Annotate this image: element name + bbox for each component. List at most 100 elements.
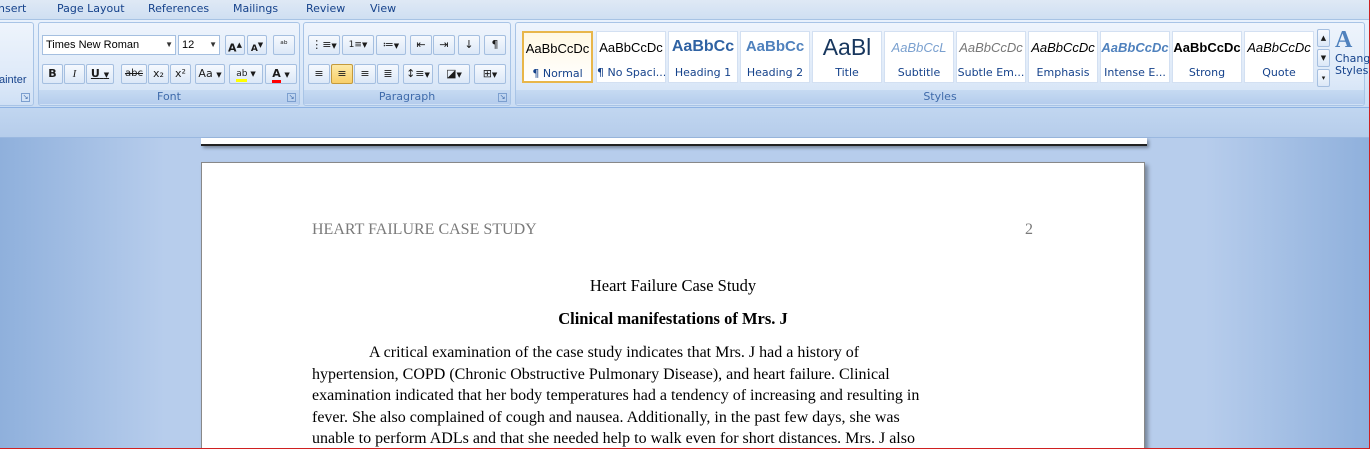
chevron-down-icon: ▼ <box>165 40 173 49</box>
style-sample: AaBbCcDc <box>1173 40 1241 55</box>
style-name: ¶ No Spaci... <box>597 66 665 79</box>
bold-button[interactable]: B <box>42 64 63 84</box>
body-paragraph[interactable]: A critical examination of the case study… <box>312 342 1032 449</box>
font-color-icon: A <box>272 67 281 83</box>
justify-icon: ≣ <box>383 67 393 80</box>
change-case-icon: Aa <box>198 67 213 80</box>
style-name: Emphasis <box>1036 66 1090 79</box>
strikethrough-button[interactable]: abc <box>121 64 147 84</box>
font-size-select[interactable]: 12 ▼ <box>178 35 220 55</box>
tab-insert[interactable]: nsert <box>0 2 26 15</box>
bullets-button[interactable]: ⋮≡▼ <box>308 35 340 55</box>
tab-page-layout[interactable]: Page Layout <box>57 2 125 15</box>
font-family-select[interactable]: Times New Roman ▼ <box>42 35 176 55</box>
gallery-scroll-up-icon[interactable]: ▲ <box>1317 29 1330 47</box>
style-sample: AaBbCcDc <box>1101 40 1169 55</box>
paragraph-group-label: Paragraph <box>304 90 510 104</box>
chevron-down-icon: ▼ <box>331 42 337 50</box>
style-sample: AaBbCc <box>671 38 735 55</box>
style-sample: AaBbCcDc <box>1031 40 1095 55</box>
tab-references[interactable]: References <box>148 2 209 15</box>
gallery-more-icon[interactable]: ▾ <box>1317 69 1330 87</box>
multilevel-list-button[interactable]: ≔▼ <box>376 35 406 55</box>
style-heading-2[interactable]: AaBbCc Heading 2 <box>740 31 810 83</box>
justify-button[interactable]: ≣ <box>377 64 399 84</box>
tab-review[interactable]: Review <box>306 2 345 15</box>
change-styles-button[interactable]: A Change Styles <box>1335 27 1370 87</box>
style-sample: AaBbCc <box>745 38 805 55</box>
increase-indent-button[interactable]: ⇥ <box>433 35 455 55</box>
line-spacing-button[interactable]: ↕≡▼ <box>403 64 433 84</box>
align-right-icon: ≡ <box>360 67 370 80</box>
highlighter-icon: ab <box>236 69 248 82</box>
show-formatting-button[interactable]: ¶ <box>484 35 506 55</box>
shrink-font-button[interactable]: A▼ <box>247 35 267 55</box>
style-emphasis[interactable]: AaBbCcDc Emphasis <box>1028 31 1098 83</box>
style-strong[interactable]: AaBbCcDc Strong <box>1172 31 1242 83</box>
style-no-spacing[interactable]: AaBbCcDc ¶ No Spaci... <box>596 31 666 83</box>
text-line: fever. She also complained of cough and … <box>312 408 900 426</box>
italic-button[interactable]: I <box>64 64 85 84</box>
chevron-down-icon: ▼ <box>284 71 290 79</box>
style-intense-emphasis[interactable]: AaBbCcDc Intense E... <box>1100 31 1170 83</box>
chevron-down-icon: ▼ <box>216 71 222 79</box>
style-name: Heading 2 <box>746 66 804 79</box>
gallery-scroll-down-icon[interactable]: ▼ <box>1317 49 1330 67</box>
increase-indent-icon: ⇥ <box>439 38 449 51</box>
document-page[interactable]: HEART FAILURE CASE STUDY 2 Heart Failure… <box>201 162 1145 449</box>
chevron-down-icon: ▼ <box>393 42 400 50</box>
align-right-button[interactable]: ≡ <box>354 64 376 84</box>
align-center-button[interactable]: ≡ <box>331 64 353 84</box>
highlight-button[interactable]: ab ▼ <box>229 64 263 84</box>
style-title[interactable]: AaBl Title <box>812 31 882 83</box>
clear-formatting-button[interactable]: ᵃᵇ <box>273 35 295 55</box>
style-sample: AaBbCcDc <box>959 40 1023 55</box>
style-name: ¶ Normal <box>532 67 583 80</box>
sort-button[interactable]: ↓ <box>458 35 480 55</box>
align-left-icon: ≡ <box>314 67 324 80</box>
running-header: HEART FAILURE CASE STUDY <box>312 221 537 238</box>
borders-icon: ⊞ <box>482 67 492 80</box>
paint-bucket-icon: ◪ <box>446 67 457 80</box>
ribbon-tab-strip: nsert Page Layout References Mailings Re… <box>0 0 1370 20</box>
align-center-icon: ≡ <box>337 67 347 80</box>
document-title: Heart Failure Case Study <box>589 276 757 295</box>
document-area[interactable]: HEART FAILURE CASE STUDY 2 Heart Failure… <box>0 138 1370 449</box>
tab-mailings[interactable]: Mailings <box>233 2 278 15</box>
font-launcher-icon[interactable]: ↘ <box>287 93 296 102</box>
chevron-down-icon: ▼ <box>491 71 498 79</box>
style-quote[interactable]: AaBbCcDc Quote <box>1244 31 1314 83</box>
style-name: Heading 1 <box>674 66 732 79</box>
format-painter-label[interactable]: ainter <box>0 74 27 86</box>
style-subtitle[interactable]: AaBbCcL Subtitle <box>884 31 954 83</box>
shading-button[interactable]: ◪▼ <box>438 64 470 84</box>
font-color-button[interactable]: A ▼ <box>265 64 297 84</box>
multilevel-list-icon: ≔ <box>382 38 394 51</box>
style-subtle-emphasis[interactable]: AaBbCcDc Subtle Em... <box>956 31 1026 83</box>
underline-button[interactable]: U ▼ <box>86 64 114 84</box>
styles-group-label: Styles <box>516 90 1364 104</box>
numbering-icon: 1≡ <box>348 40 362 50</box>
style-heading-1[interactable]: AaBbCc Heading 1 <box>668 31 738 83</box>
change-case-button[interactable]: Aa ▼ <box>195 64 225 84</box>
align-left-button[interactable]: ≡ <box>308 64 330 84</box>
tab-view[interactable]: View <box>370 2 396 15</box>
style-sample: AaBbCcDc <box>525 41 590 56</box>
page-number: 2 <box>1025 221 1033 238</box>
borders-button[interactable]: ⊞▼ <box>474 64 506 84</box>
clear-formatting-icon: ᵃᵇ <box>280 40 288 50</box>
shrink-font-icon: A <box>250 44 258 54</box>
clipboard-launcher-icon[interactable]: ↘ <box>21 93 30 102</box>
text-line: unable to perform ADLs and that she need… <box>312 430 915 447</box>
subscript-button[interactable]: x₂ <box>148 64 169 84</box>
bullets-icon: ⋮≡ <box>311 38 332 51</box>
grow-font-button[interactable]: A▲ <box>225 35 245 55</box>
ribbon: ainter ↘ Times New Roman ▼ 12 ▼ A▲ A▼ ᵃᵇ… <box>0 20 1370 108</box>
paragraph-launcher-icon[interactable]: ↘ <box>498 93 507 102</box>
text-line: hypertension, COPD (Chronic Obstructive … <box>312 365 890 383</box>
decrease-indent-button[interactable]: ⇤ <box>410 35 432 55</box>
numbering-button[interactable]: 1≡▼ <box>342 35 374 55</box>
superscript-button[interactable]: x² <box>170 64 191 84</box>
style-normal[interactable]: AaBbCcDc ¶ Normal <box>522 31 593 83</box>
style-sample: AaBl <box>822 34 872 60</box>
